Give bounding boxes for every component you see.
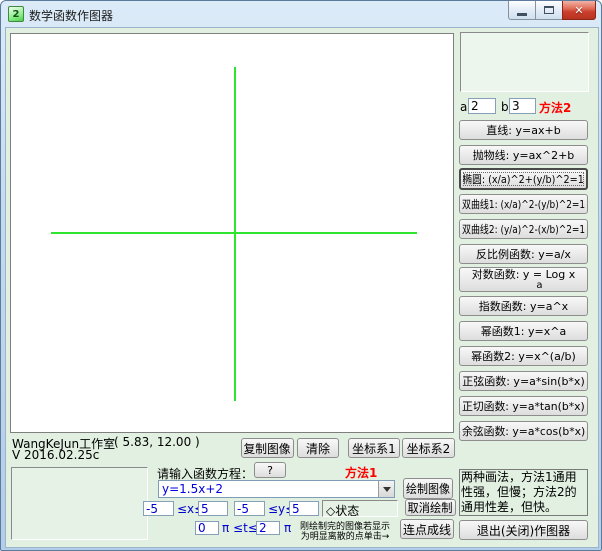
parabola-label: 抛物线: y=ax^2+b xyxy=(472,149,575,162)
x-min-input[interactable] xyxy=(143,501,174,516)
methods-note-text: 两种画法，方法1通用性强，但慢；方法2的通用性差，但快。 xyxy=(461,470,577,514)
combobox-dropdown-button[interactable] xyxy=(378,481,394,497)
line-button[interactable]: 直线: y=ax+b xyxy=(459,120,588,140)
t-range-label: π ≤t≤ xyxy=(222,521,258,535)
client-area: WangKeJun工作室 ( 5.83, 12.00 ) V 2016.02.2… xyxy=(5,27,599,548)
clear-button[interactable]: 清除 xyxy=(297,438,339,458)
y-min-input[interactable] xyxy=(234,501,265,516)
power1-button[interactable]: 幂函数1: y=x^a xyxy=(459,321,588,341)
hyperbola2-button[interactable]: 双曲线2: (y/a)^2-(x/b)^2=1 xyxy=(459,219,588,239)
method2-label: 方法2 xyxy=(539,101,572,115)
maximize-button[interactable] xyxy=(535,1,563,20)
logarithm-label: 对数函数: y = Log x xyxy=(471,267,576,281)
inverse-proportion-button[interactable]: 反比例函数: y=a/x xyxy=(459,244,588,264)
y-max-input[interactable] xyxy=(289,501,319,516)
b-input[interactable] xyxy=(509,98,536,114)
close-button[interactable]: ✕ xyxy=(562,1,596,20)
version-label: V 2016.02.25c xyxy=(12,448,100,462)
status-box: ◇状态 xyxy=(322,500,398,517)
discrete-points-hint: 刚绘制完的图像若显示 为明显离散的点单击→ xyxy=(292,522,398,542)
equation-combobox[interactable]: y=1.5x+2 xyxy=(158,480,395,498)
connect-points-label: 连点成线 xyxy=(402,522,451,537)
sine-button[interactable]: 正弦函数: y=a*sin(b*x) xyxy=(459,371,588,391)
sine-label: 正弦函数: y=a*sin(b*x) xyxy=(462,375,585,388)
inverse-proportion-label: 反比例函数: y=a/x xyxy=(476,248,571,261)
coord-system1-label: 坐标系1 xyxy=(352,441,396,456)
plot-canvas[interactable] xyxy=(10,33,454,433)
exponential-label: 指数函数: y=a^x xyxy=(478,300,569,313)
draw-image-label: 绘制图像 xyxy=(406,482,451,496)
parabola-button[interactable]: 抛物线: y=ax^2+b xyxy=(459,145,588,165)
copy-image-button[interactable]: 复制图像 xyxy=(241,438,294,458)
x-max-input[interactable] xyxy=(198,501,228,516)
tangent-label: 正切函数: y=a*tan(b*x) xyxy=(462,400,585,413)
coord-system2-button[interactable]: 坐标系2 xyxy=(402,438,455,458)
minimize-icon xyxy=(517,12,527,16)
hyperbola1-button[interactable]: 双曲线1: (x/a)^2-(y/b)^2=1 xyxy=(459,194,588,214)
cosine-label: 余弦函数: y=a*cos(b*x) xyxy=(461,425,586,438)
cancel-draw-label: 取消绘制 xyxy=(407,501,453,515)
formula-display-panel xyxy=(460,32,589,92)
hint-line2: 为明显离散的点单击→ xyxy=(300,532,390,542)
copy-image-label: 复制图像 xyxy=(243,441,291,456)
coord-system1-button[interactable]: 坐标系1 xyxy=(348,438,400,458)
app-icon-text: 2 xyxy=(12,8,20,20)
coord-system2-label: 坐标系2 xyxy=(406,441,451,456)
logarithm-button[interactable]: 对数函数: y = Log x a xyxy=(459,267,588,292)
power1-label: 幂函数1: y=x^a xyxy=(480,325,567,338)
hint-line1: 刚绘制完的图像若显示 xyxy=(299,522,390,532)
help-label: ? xyxy=(267,463,273,477)
ellipse-label: 椭圆: (x/a)^2+(y/b)^2=1 xyxy=(462,173,585,186)
exponential-button[interactable]: 指数函数: y=a^x xyxy=(459,296,588,316)
line-label: 直线: y=ax+b xyxy=(486,124,561,137)
preview-panel xyxy=(11,467,148,540)
a-input[interactable] xyxy=(468,98,496,114)
x-axis-line xyxy=(51,232,417,234)
maximize-icon xyxy=(544,6,554,14)
t-min-input[interactable] xyxy=(195,521,219,535)
app-window: 2 数学函数作图器 ✕ WangKeJun工作室 ( 5.83, 12.00 )… xyxy=(0,0,602,551)
draw-image-button[interactable]: 绘制图像 xyxy=(403,478,453,499)
window-title: 数学函数作图器 xyxy=(29,9,114,23)
ellipse-button[interactable]: 椭圆: (x/a)^2+(y/b)^2=1 xyxy=(459,168,588,190)
power2-label: 幂函数2: y=x^(a/b) xyxy=(471,350,576,363)
power2-button[interactable]: 幂函数2: y=x^(a/b) xyxy=(459,346,588,366)
status-text: ◇状态 xyxy=(326,504,360,517)
app-icon: 2 xyxy=(8,6,24,22)
minimize-button[interactable] xyxy=(508,1,536,20)
cosine-button[interactable]: 余弦函数: y=a*cos(b*x) xyxy=(459,421,588,441)
exit-label: 退出(关闭)作图器 xyxy=(476,523,571,538)
cursor-coords: ( 5.83, 12.00 ) xyxy=(114,435,200,449)
help-button[interactable]: ? xyxy=(254,462,286,478)
close-icon: ✕ xyxy=(574,3,584,17)
hyperbola2-label: 双曲线2: (y/a)^2-(x/b)^2=1 xyxy=(461,223,586,236)
clear-label: 清除 xyxy=(305,441,330,456)
a-label: a xyxy=(460,100,468,114)
logarithm-base-label: a xyxy=(536,279,543,291)
t-max-input[interactable] xyxy=(256,521,280,535)
methods-note: 两种画法，方法1通用性强，但慢；方法2的通用性差，但快。 xyxy=(459,469,588,516)
tangent-button[interactable]: 正切函数: y=a*tan(b*x) xyxy=(459,396,588,416)
y-axis-line xyxy=(234,67,236,401)
cancel-draw-button[interactable]: 取消绘制 xyxy=(405,499,456,516)
equation-value: y=1.5x+2 xyxy=(162,482,224,496)
t-suffix-label: π xyxy=(284,521,292,535)
hyperbola1-label: 双曲线1: (x/a)^2-(y/b)^2=1 xyxy=(461,198,586,211)
titlebar[interactable]: 2 数学函数作图器 ✕ xyxy=(1,1,601,27)
exit-button[interactable]: 退出(关闭)作图器 xyxy=(459,520,588,540)
chevron-down-icon xyxy=(382,486,391,492)
connect-points-button[interactable]: 连点成线 xyxy=(400,519,454,539)
b-label: b xyxy=(501,100,509,114)
method1-label: 方法1 xyxy=(345,466,378,480)
